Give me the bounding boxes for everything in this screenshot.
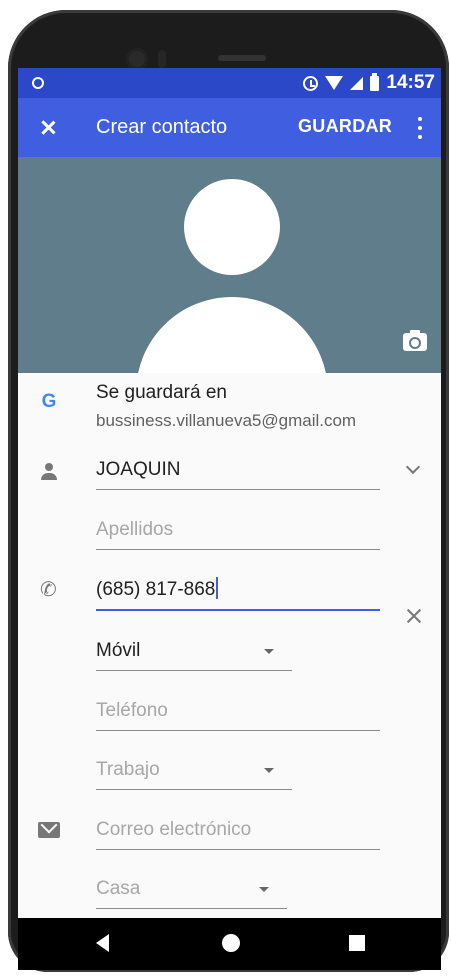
dropdown-arrow-icon bbox=[259, 887, 269, 892]
camera-icon[interactable] bbox=[403, 330, 427, 351]
phone2-field[interactable]: Teléfono bbox=[96, 691, 380, 731]
email-type-value: Casa bbox=[96, 878, 141, 899]
phone-field[interactable]: (685) 817-868 bbox=[96, 571, 380, 611]
wifi-icon bbox=[325, 76, 344, 90]
dropdown-arrow-icon bbox=[264, 649, 274, 654]
recents-icon[interactable] bbox=[349, 935, 365, 951]
signal-icon bbox=[350, 76, 364, 90]
phone-icon: ✆ bbox=[40, 579, 57, 601]
last-name-placeholder: Apellidos bbox=[96, 519, 174, 540]
phone2-type-dropdown[interactable]: Trabajo bbox=[96, 750, 292, 790]
first-name-field[interactable]: JOAQUIN bbox=[96, 450, 380, 490]
phone-value: (685) 817-868 bbox=[96, 577, 219, 601]
phone2-type-value: Trabajo bbox=[96, 759, 160, 780]
status-time: 14:57 bbox=[386, 72, 435, 93]
alarm-icon bbox=[303, 75, 319, 91]
battery-icon bbox=[370, 72, 380, 91]
email-type-dropdown[interactable]: Casa bbox=[96, 869, 287, 909]
earpiece-speaker bbox=[218, 55, 266, 61]
contact-photo-area[interactable] bbox=[18, 157, 441, 373]
app-screen: 14:57 Crear contacto GUARDAR G Se guarda… bbox=[18, 68, 441, 918]
account-email[interactable]: bussiness.villanueva5@gmail.com bbox=[96, 411, 356, 431]
avatar-body bbox=[136, 297, 328, 373]
chevron-down-icon[interactable] bbox=[405, 459, 421, 475]
proximity-sensor bbox=[158, 50, 166, 68]
app-toolbar: Crear contacto GUARDAR bbox=[18, 98, 441, 157]
google-icon: G bbox=[41, 391, 57, 412]
dropdown-arrow-icon bbox=[264, 768, 274, 773]
save-button[interactable]: GUARDAR bbox=[298, 116, 392, 137]
back-icon[interactable] bbox=[96, 934, 109, 952]
last-name-field[interactable]: Apellidos bbox=[96, 510, 380, 550]
email-field[interactable]: Correo electrónico bbox=[96, 810, 380, 850]
phone2-placeholder: Teléfono bbox=[96, 700, 168, 721]
avatar-head bbox=[184, 179, 280, 275]
status-bar: 14:57 bbox=[18, 68, 441, 98]
front-camera bbox=[126, 48, 148, 70]
home-icon[interactable] bbox=[222, 934, 240, 952]
page-title: Crear contacto bbox=[96, 116, 228, 138]
first-name-value: JOAQUIN bbox=[96, 459, 181, 480]
save-in-label: Se guardará en bbox=[96, 382, 227, 403]
clear-icon[interactable] bbox=[404, 606, 424, 626]
notification-icon bbox=[32, 77, 44, 89]
person-icon bbox=[40, 463, 58, 481]
email-icon bbox=[38, 822, 60, 838]
system-nav-bar bbox=[18, 918, 441, 970]
more-vert-icon[interactable] bbox=[412, 114, 428, 142]
phone-type-value: Móvil bbox=[96, 640, 141, 661]
phone-type-dropdown[interactable]: Móvil bbox=[96, 631, 292, 671]
status-icons: 14:57 bbox=[303, 72, 435, 94]
close-icon[interactable] bbox=[32, 112, 64, 144]
email-placeholder: Correo electrónico bbox=[96, 819, 252, 840]
